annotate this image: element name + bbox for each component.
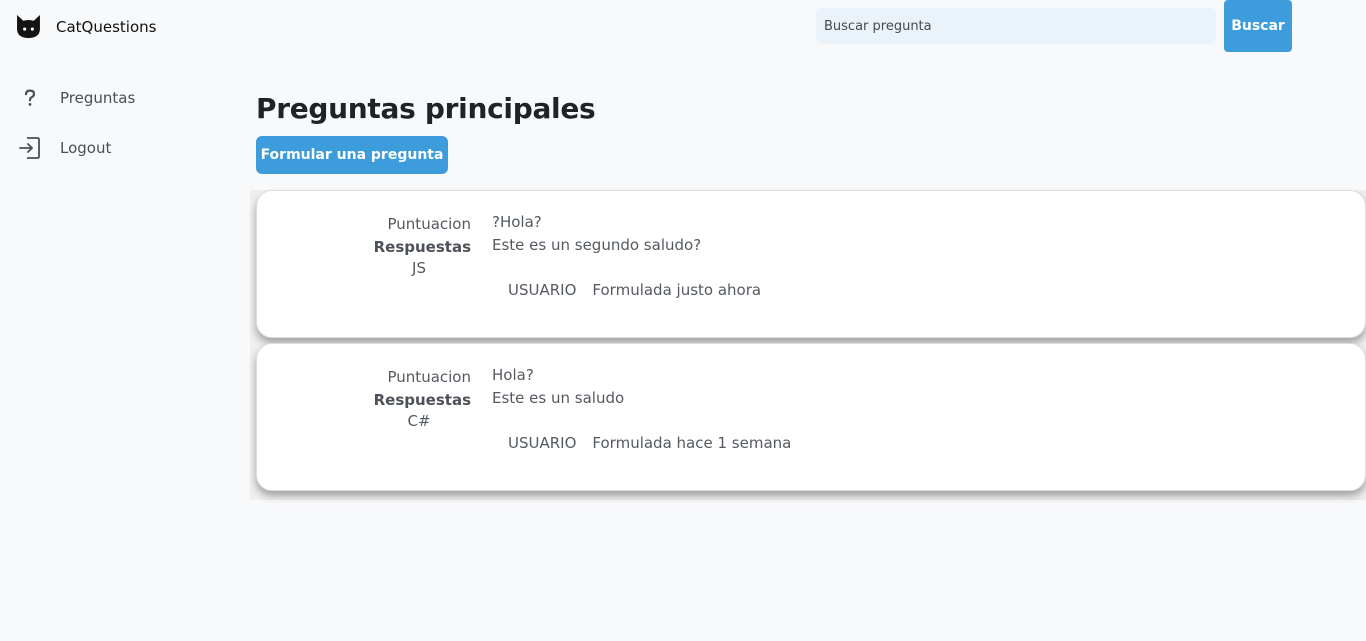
question-stats: Puntuacion Respuestas xyxy=(257,366,471,412)
sidebar-item-label: Logout xyxy=(60,139,112,157)
sidebar-item-label: Preguntas xyxy=(60,89,136,107)
question-user[interactable]: USUARIO xyxy=(508,434,576,452)
score-label: Puntuacion xyxy=(387,368,471,386)
question-asked-time: Formulada hace 1 semana xyxy=(592,434,792,452)
question-mark-icon xyxy=(18,86,42,110)
page-title: Preguntas principales xyxy=(256,92,596,125)
question-body: Este es un saludo xyxy=(492,389,625,407)
question-user[interactable]: USUARIO xyxy=(508,281,576,299)
sidebar-item-logout[interactable]: Logout xyxy=(18,136,111,160)
sidebar-item-preguntas[interactable]: Preguntas xyxy=(18,86,135,110)
question-title[interactable]: ?Hola? xyxy=(492,213,542,231)
app-root: CatQuestions Buscar Preguntas Logout Pre… xyxy=(0,0,1366,641)
question-card: Puntuacion Respuestas JS ?Hola? Este es … xyxy=(256,190,1366,338)
question-title[interactable]: Hola? xyxy=(492,366,534,384)
search-input[interactable] xyxy=(816,8,1216,44)
question-asked-time: Formulada justo ahora xyxy=(592,281,762,299)
ask-question-button[interactable]: Formular una pregunta xyxy=(256,136,448,174)
question-stats: Puntuacion Respuestas xyxy=(257,213,471,259)
question-meta: USUARIO Formulada justo ahora xyxy=(508,281,761,299)
logout-icon xyxy=(18,136,42,160)
cat-logo-icon xyxy=(17,15,40,38)
question-tag[interactable]: JS xyxy=(397,259,441,277)
score-label: Puntuacion xyxy=(387,215,471,233)
answers-label: Respuestas xyxy=(373,238,471,256)
question-meta: USUARIO Formulada hace 1 semana xyxy=(508,434,791,452)
answers-label: Respuestas xyxy=(373,391,471,409)
question-tag[interactable]: C# xyxy=(397,412,441,430)
search-button[interactable]: Buscar xyxy=(1224,0,1292,52)
question-card: Puntuacion Respuestas C# Hola? Este es u… xyxy=(256,343,1366,491)
question-body: Este es un segundo saludo? xyxy=(492,236,702,254)
app-name: CatQuestions xyxy=(56,17,157,36)
app-logo[interactable]: CatQuestions xyxy=(16,14,156,39)
